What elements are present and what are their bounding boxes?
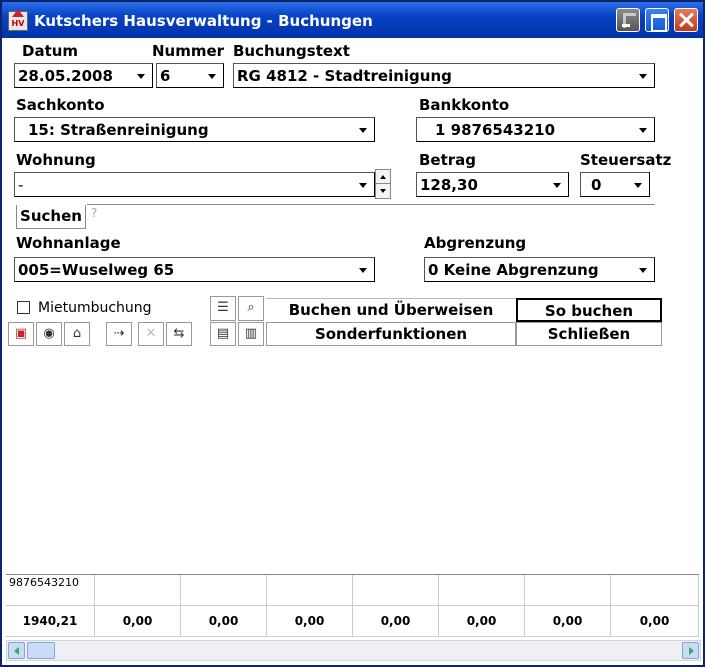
suchen-button[interactable]: Suchen	[16, 205, 86, 229]
grid-cell	[267, 575, 353, 606]
chevron-down-icon[interactable]	[202, 65, 222, 86]
datum-value: 28.05.2008	[18, 67, 113, 85]
grid-value: 0,00	[439, 606, 525, 637]
nummer-field[interactable]: 6	[156, 63, 224, 88]
bankkonto-label: Bankkonto	[419, 96, 510, 114]
bankkonto-field[interactable]: 1 9876543210	[416, 117, 655, 142]
book-icon[interactable]: ▥	[238, 322, 264, 346]
spin-down-icon[interactable]	[376, 184, 390, 198]
scroll-right-icon[interactable]	[682, 642, 699, 659]
chevron-down-icon[interactable]	[633, 119, 653, 140]
window: HV Kutschers Hausverwaltung - Buchungen …	[0, 0, 705, 667]
grid-cell	[353, 575, 439, 606]
grid-value: 0,00	[95, 606, 181, 637]
grid-cell	[439, 575, 525, 606]
wohnung-label: Wohnung	[16, 151, 96, 169]
grid-value: 0,00	[611, 606, 699, 637]
delete-icon[interactable]: ✕	[138, 322, 164, 346]
sachkonto-value: 15: Straßenreinigung	[28, 121, 209, 139]
account-cell: 9876543210	[6, 575, 95, 606]
minimize-button[interactable]	[616, 8, 640, 32]
datum-label: Datum	[22, 42, 79, 60]
schliessen-button[interactable]: Schließen	[516, 322, 662, 346]
wohnung-field[interactable]: -	[14, 172, 375, 197]
title-bar[interactable]: HV Kutschers Hausverwaltung - Buchungen	[2, 2, 703, 38]
grid-value: 1940,21	[6, 606, 95, 637]
buchungstext-label: Buchungstext	[233, 42, 350, 60]
wohnanlage-field[interactable]: 005=Wuselweg 65	[14, 257, 375, 282]
betrag-value: 128,30	[420, 176, 478, 194]
mietumbuchung-label: Mietumbuchung	[38, 300, 152, 316]
so-buchen-button[interactable]: So buchen	[516, 298, 662, 322]
buchen-ueberweisen-button[interactable]: Buchen und Überweisen	[266, 298, 516, 322]
close-button[interactable]	[674, 8, 698, 32]
horizontal-scrollbar[interactable]	[6, 640, 701, 661]
grid-value: 0,00	[267, 606, 353, 637]
abgrenzung-field[interactable]: 0 Keine Abgrenzung	[424, 257, 655, 282]
wohnung-value: -	[18, 176, 24, 194]
grid-value: 0,00	[353, 606, 439, 637]
spin-up-icon[interactable]	[376, 170, 390, 184]
calculator-icon[interactable]: ▤	[210, 322, 236, 346]
buchungstext-field[interactable]: RG 4812 - Stadtreinigung	[233, 63, 655, 88]
abgrenzung-value: 0 Keine Abgrenzung	[428, 261, 599, 279]
house-icon[interactable]: ⌂	[64, 322, 90, 346]
suchen-line	[87, 204, 655, 206]
app-icon: HV	[8, 11, 28, 31]
wohnanlage-label: Wohnanlage	[16, 234, 121, 252]
chevron-down-icon[interactable]	[633, 65, 653, 86]
scroll-thumb[interactable]	[27, 642, 55, 659]
list-icon[interactable]: ☰	[210, 296, 236, 321]
nummer-value: 6	[160, 67, 171, 85]
chevron-down-icon[interactable]	[353, 174, 373, 195]
wohnung-spinner[interactable]	[375, 169, 391, 199]
grid-cell	[611, 575, 699, 606]
chevron-down-icon[interactable]	[633, 259, 653, 280]
chevron-down-icon[interactable]	[353, 119, 373, 140]
steuersatz-field[interactable]: 0	[580, 172, 650, 197]
mietumbuchung-checkbox[interactable]	[17, 301, 30, 314]
chevron-down-icon[interactable]	[353, 259, 373, 280]
new-document-icon[interactable]: ▣	[8, 322, 34, 346]
datum-field[interactable]: 28.05.2008	[14, 63, 153, 88]
sachkonto-label: Sachkonto	[16, 96, 105, 114]
summary-grid: 9876543210 1940,21 0,00 0,00 0,00 0,00 0…	[6, 574, 699, 637]
betrag-label: Betrag	[419, 151, 477, 169]
grid-cell	[181, 575, 267, 606]
chevron-down-icon[interactable]	[628, 174, 648, 195]
sonderfunktionen-button[interactable]: Sonderfunktionen	[266, 322, 516, 346]
steuersatz-label: Steuersatz	[580, 151, 672, 169]
maximize-button[interactable]	[645, 8, 669, 32]
grid-value: 0,00	[181, 606, 267, 637]
sachkonto-field[interactable]: 15: Straßenreinigung	[14, 117, 375, 142]
chevron-down-icon[interactable]	[547, 174, 567, 195]
scroll-left-icon[interactable]	[8, 642, 25, 659]
buchungstext-value: RG 4812 - Stadtreinigung	[237, 67, 452, 85]
window-title: Kutschers Hausverwaltung - Buchungen	[34, 12, 373, 30]
help-icon: ?	[91, 206, 98, 220]
grid-cell	[95, 575, 181, 606]
nummer-label: Nummer	[152, 42, 225, 60]
betrag-field[interactable]: 128,30	[416, 172, 569, 197]
paperclip-icon[interactable]: ⌕	[238, 296, 264, 321]
abgrenzung-label: Abgrenzung	[424, 234, 527, 252]
grid-value: 0,00	[525, 606, 611, 637]
steuersatz-value: 0	[591, 176, 602, 194]
grid-cell	[525, 575, 611, 606]
piggy-bank-icon[interactable]: ◉	[36, 322, 62, 346]
wohnanlage-value: 005=Wuselweg 65	[18, 261, 175, 279]
bankkonto-value: 1 9876543210	[435, 121, 556, 139]
transfer-icon[interactable]: ⇢	[106, 322, 132, 346]
swap-icon[interactable]: ⇆	[166, 322, 192, 346]
chevron-down-icon[interactable]	[131, 65, 151, 86]
